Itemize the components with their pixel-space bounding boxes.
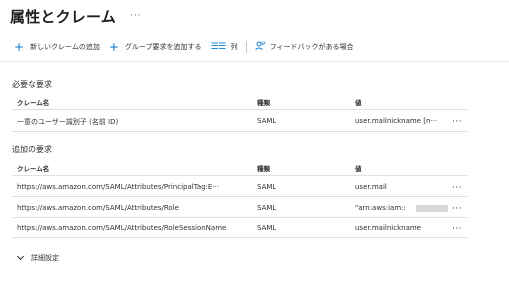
toolbar-divider xyxy=(245,41,247,53)
claim-type-cell: SAML xyxy=(257,224,277,232)
claim-value-cell: user.mailnickname [n··· xyxy=(355,117,438,125)
redacted-block xyxy=(416,205,448,212)
claim-type-cell: SAML xyxy=(257,204,277,212)
additional-claims-title: 追加の要求 xyxy=(12,145,52,154)
row-more-icon[interactable]: ··· xyxy=(452,118,462,127)
columns-label: 列 xyxy=(230,43,238,51)
header-divider xyxy=(12,175,467,176)
feedback-button[interactable]: フィードバックがある場合 xyxy=(255,41,354,53)
claim-type-cell: SAML xyxy=(257,183,277,191)
plus-icon: + xyxy=(14,40,25,54)
row-divider xyxy=(12,131,467,132)
row-divider xyxy=(12,196,467,197)
plus-icon: + xyxy=(108,40,119,54)
column-header-claim-name: クレーム名 xyxy=(17,99,50,107)
page-header: 属性とクレーム ··· xyxy=(10,4,142,28)
row-more-icon[interactable]: ··· xyxy=(452,184,462,193)
command-bar: + 新しいクレームの追加 + グループ要求を追加する ☰☰ 列 フィードバックが… xyxy=(14,39,354,55)
column-header-type: 種類 xyxy=(257,99,270,107)
columns-button[interactable]: ☰☰ 列 xyxy=(211,41,238,53)
row-divider xyxy=(12,237,467,238)
add-claim-button[interactable]: + 新しいクレームの追加 xyxy=(14,41,100,53)
feedback-label: フィードバックがある場合 xyxy=(269,43,354,51)
row-divider xyxy=(12,217,467,218)
feedback-person-icon xyxy=(255,41,265,53)
row-more-icon[interactable]: ··· xyxy=(452,205,462,214)
add-group-claim-button[interactable]: + グループ要求を追加する xyxy=(109,41,202,53)
claim-type-cell: SAML xyxy=(257,117,277,125)
column-header-value: 値 xyxy=(355,165,362,173)
claim-value-cell: user.mail xyxy=(355,183,387,191)
advanced-settings-toggle[interactable]: 詳細設定 xyxy=(16,252,59,263)
toolbar-divider-line xyxy=(0,61,509,62)
header-divider xyxy=(12,109,467,110)
required-claims-title: 必要な要求 xyxy=(12,80,52,89)
more-options-icon[interactable]: ··· xyxy=(130,11,142,21)
row-more-icon[interactable]: ··· xyxy=(452,225,462,234)
claim-name-cell: https://aws.amazon.com/SAML/Attributes/R… xyxy=(17,224,227,232)
column-header-type: 種類 xyxy=(257,165,270,173)
list-columns-icon: ☰☰ xyxy=(210,42,227,52)
claim-value-cell: user.mailnickname xyxy=(355,224,421,232)
claim-value-cell: "arn:aws:iam:: xyxy=(355,204,406,212)
add-claim-label: 新しいクレームの追加 xyxy=(30,43,100,51)
advanced-settings-label: 詳細設定 xyxy=(31,254,59,262)
column-header-claim-name: クレーム名 xyxy=(17,165,50,173)
claim-name-cell: https://aws.amazon.com/SAML/Attributes/P… xyxy=(17,183,220,191)
add-group-claim-label: グループ要求を追加する xyxy=(124,43,202,51)
claim-name-cell: 一意のユーザー識別子 (名前 ID) xyxy=(17,118,119,126)
page-title: 属性とクレーム xyxy=(10,7,116,26)
claim-name-cell: https://aws.amazon.com/SAML/Attributes/R… xyxy=(17,204,179,212)
chevron-down-icon xyxy=(16,252,25,261)
column-header-value: 値 xyxy=(355,99,362,107)
